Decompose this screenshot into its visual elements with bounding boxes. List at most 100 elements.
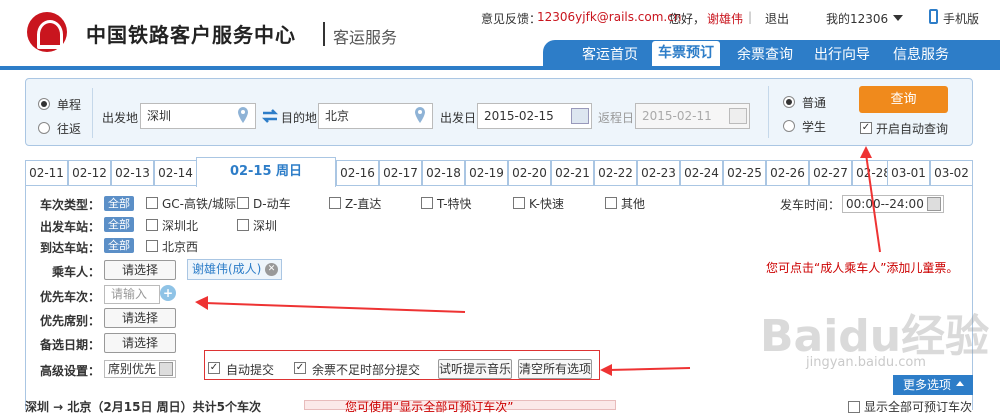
annotation-text: 您可点击“成人乘车人”添加儿童票。 [766,261,959,275]
site-subtitle: 客运服务 [333,28,398,47]
mobile-version-link[interactable]: 手机版 [943,10,979,27]
auto-query-checkbox[interactable]: ✓ [860,122,872,134]
station-checkbox[interactable] [146,219,158,231]
date-tab[interactable]: 02-23 [637,160,680,185]
train-type-checkbox[interactable] [237,197,249,209]
partial-submit-checkbox[interactable]: ✓ [294,362,306,374]
partial-submit-label: 余票不足时部分提交 [312,363,421,377]
separator: | [748,10,753,24]
chevron-up-icon[interactable] [956,381,964,386]
train-type-checkbox[interactable] [513,197,525,209]
date-tab[interactable]: 02-27 [809,160,852,185]
date-tab[interactable]: 02-14 [154,160,197,185]
return-date-label: 返程日 [598,111,635,125]
advanced-label: 高级设置： [40,364,101,378]
calendar-icon[interactable] [729,108,747,124]
from-station-all-button[interactable]: 全部 [104,217,134,232]
backup-date-label: 备选日期： [40,338,101,352]
nav-travel-guide[interactable]: 出行向导 [814,44,870,64]
train-type-label: 车次类型： [40,198,101,212]
date-tab[interactable]: 03-02 [930,160,973,185]
date-tab[interactable]: 02-16 [336,160,379,185]
backup-date-select-button[interactable]: 请选择 [104,333,176,353]
nav-ticket-booking[interactable]: 车票预订 [652,41,720,66]
date-tab[interactable]: 02-20 [508,160,551,185]
location-pin-icon [238,107,248,123]
from-station-filter-label: 出发车站： [40,220,101,234]
date-tab[interactable]: 02-21 [551,160,594,185]
calendar-icon[interactable] [571,108,589,124]
normal-ticket-radio[interactable] [783,96,795,108]
train-type-d: D-动车 [253,197,291,211]
train-type-k: K-快速 [529,197,564,211]
train-type-checkbox[interactable] [146,197,158,209]
divider [768,86,769,138]
auto-query-label: 开启自动查询 [876,122,949,136]
train-type-checkbox[interactable] [605,197,617,209]
student-ticket-label: 学生 [802,120,827,134]
swap-stations-icon[interactable] [261,108,279,124]
close-icon[interactable]: ✕ [265,263,278,276]
date-tab[interactable]: 02-26 [766,160,809,185]
date-tab[interactable]: 02-25 [723,160,766,185]
station-checkbox[interactable] [237,219,249,231]
add-icon[interactable]: + [160,285,176,301]
depart-time-label: 发车时间： [780,198,841,212]
student-ticket-radio[interactable] [783,120,795,132]
date-tab[interactable]: 02-24 [680,160,723,185]
train-type-checkbox[interactable] [421,197,433,209]
dropdown-arrow-icon[interactable] [159,362,173,376]
date-tab-active[interactable]: 02-15 周日 [196,157,336,187]
date-tab[interactable]: 02-13 [111,160,154,185]
date-tab[interactable]: 02-19 [465,160,508,185]
clear-all-button[interactable]: 清空所有选项 [518,359,592,379]
round-trip-label: 往返 [57,122,82,136]
dropdown-arrow-icon[interactable] [927,197,941,211]
passenger-label: 乘车人： [52,265,101,279]
logout-link[interactable]: 退出 [765,10,789,27]
train-type-all-button[interactable]: 全部 [104,196,134,211]
to-station-all-button[interactable]: 全部 [104,238,134,253]
auto-submit-checkbox[interactable]: ✓ [208,362,220,374]
auto-submit-label: 自动提交 [226,363,275,377]
route-summary: 深圳 → 北京（2月15日 周日）共计5个车次 [25,400,261,414]
show-all-checkbox[interactable] [848,401,860,413]
priority-train-input[interactable]: 请输入 [104,285,160,304]
station-checkbox[interactable] [146,240,158,252]
date-tab[interactable]: 02-22 [594,160,637,185]
notice-text: 您可使用“显示全部可预订车次” [345,400,514,414]
train-type-t: T-特快 [437,197,472,211]
priority-train-label: 优先车次： [40,290,101,304]
date-tab[interactable]: 03-01 [887,160,930,185]
date-tab[interactable]: 02-18 [422,160,465,185]
my12306-menu[interactable]: 我的12306 [826,10,888,27]
priority-seat-label: 优先席别： [40,314,101,328]
header-bottom-bar [0,66,1000,70]
nav-remaining-tickets[interactable]: 余票查询 [737,44,793,64]
chevron-down-icon[interactable] [893,15,903,21]
depart-date-label: 出发日 [440,111,477,125]
one-way-radio[interactable] [38,98,50,110]
date-tab[interactable]: 02-12 [68,160,111,185]
round-trip-radio[interactable] [38,122,50,134]
passenger-select-button[interactable]: 请选择 [104,260,176,280]
station-beijingxi: 北京西 [162,240,199,254]
mobile-phone-icon [929,9,938,24]
train-type-z: Z-直达 [345,197,382,211]
feedback-label: 意见反馈： [481,12,542,26]
nav-info-service[interactable]: 信息服务 [893,44,949,64]
watermark-url: jingyan.baidu.com [806,355,926,370]
priority-seat-select-button[interactable]: 请选择 [104,308,176,328]
feedback-email-link[interactable]: 12306yjfk@rails.com.cn [537,10,681,24]
nav-home[interactable]: 客运首页 [582,44,638,64]
test-music-button[interactable]: 试听提示音乐 [438,359,512,379]
train-type-checkbox[interactable] [329,197,341,209]
date-tab[interactable]: 02-17 [379,160,422,185]
username-link[interactable]: 谢雄伟 [707,10,743,27]
one-way-label: 单程 [57,98,82,112]
location-pin-icon [415,107,425,123]
station-shenzhen: 深圳 [253,219,278,233]
site-title: 中国铁路客户服务中心 [86,23,296,47]
query-button[interactable]: 查询 [859,86,948,113]
date-tab[interactable]: 02-11 [25,160,68,185]
